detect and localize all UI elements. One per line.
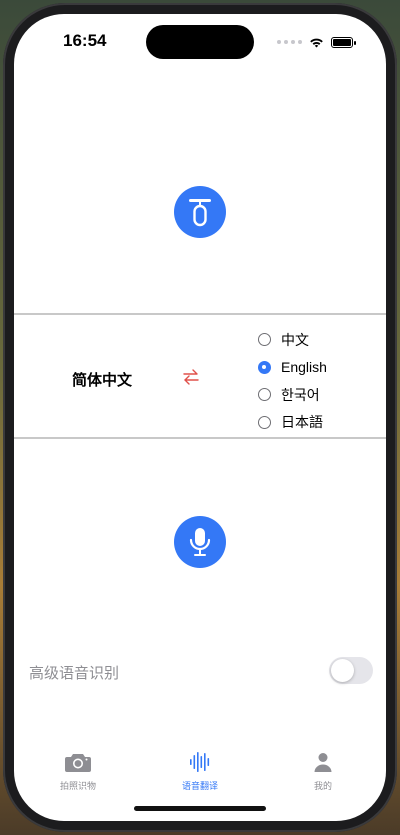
microphone-icon bbox=[189, 528, 211, 556]
speech-stand-icon bbox=[189, 199, 211, 227]
app-screen bbox=[14, 14, 386, 821]
tab-voice-translate[interactable]: 语音翻译 bbox=[160, 750, 240, 792]
bottom-divider bbox=[14, 437, 386, 439]
top-divider bbox=[14, 313, 386, 315]
radio-button-selected[interactable] bbox=[258, 360, 271, 374]
radio-button[interactable] bbox=[258, 333, 271, 347]
status-time: 16:54 bbox=[63, 31, 107, 50]
microphone-button[interactable] bbox=[174, 516, 226, 568]
battery-icon bbox=[331, 36, 356, 48]
target-language-list: 中文 English 한국어 日本語 bbox=[258, 326, 327, 436]
language-option-ja[interactable]: 日本語 bbox=[258, 409, 327, 437]
tab-label: 我的 bbox=[313, 781, 332, 791]
tab-label: 语音翻译 bbox=[181, 781, 218, 791]
language-option-ko[interactable]: 한국어 bbox=[258, 381, 327, 409]
wifi-icon bbox=[310, 38, 323, 47]
signal-icon bbox=[277, 40, 302, 44]
camera-icon bbox=[65, 754, 91, 772]
advanced-recognition-toggle[interactable] bbox=[329, 657, 373, 684]
waveform-icon bbox=[190, 752, 210, 772]
tab-photo-recognition[interactable]: 拍照识物 bbox=[38, 750, 118, 792]
speech-stand-button[interactable] bbox=[174, 186, 226, 238]
home-indicator[interactable] bbox=[134, 806, 266, 811]
source-language-label[interactable]: 简体中文 bbox=[72, 369, 132, 390]
language-option-en[interactable]: English bbox=[258, 354, 327, 382]
radio-button[interactable] bbox=[258, 415, 271, 429]
status-indicators bbox=[277, 34, 356, 50]
person-icon bbox=[314, 753, 332, 772]
tab-label: 拍照识物 bbox=[59, 781, 96, 791]
language-option-label: English bbox=[281, 359, 327, 376]
dynamic-island bbox=[146, 25, 254, 59]
radio-button[interactable] bbox=[258, 388, 271, 402]
toggle-knob bbox=[331, 659, 354, 682]
swap-arrows-icon[interactable] bbox=[182, 367, 200, 387]
language-option-label: 한국어 bbox=[281, 386, 320, 403]
tab-profile[interactable]: 我的 bbox=[283, 750, 363, 792]
language-option-label: 日本語 bbox=[281, 414, 323, 431]
advanced-recognition-label: 高级语音识别 bbox=[29, 665, 120, 682]
language-option-label: 中文 bbox=[281, 331, 309, 348]
language-option-zh[interactable]: 中文 bbox=[258, 326, 327, 354]
